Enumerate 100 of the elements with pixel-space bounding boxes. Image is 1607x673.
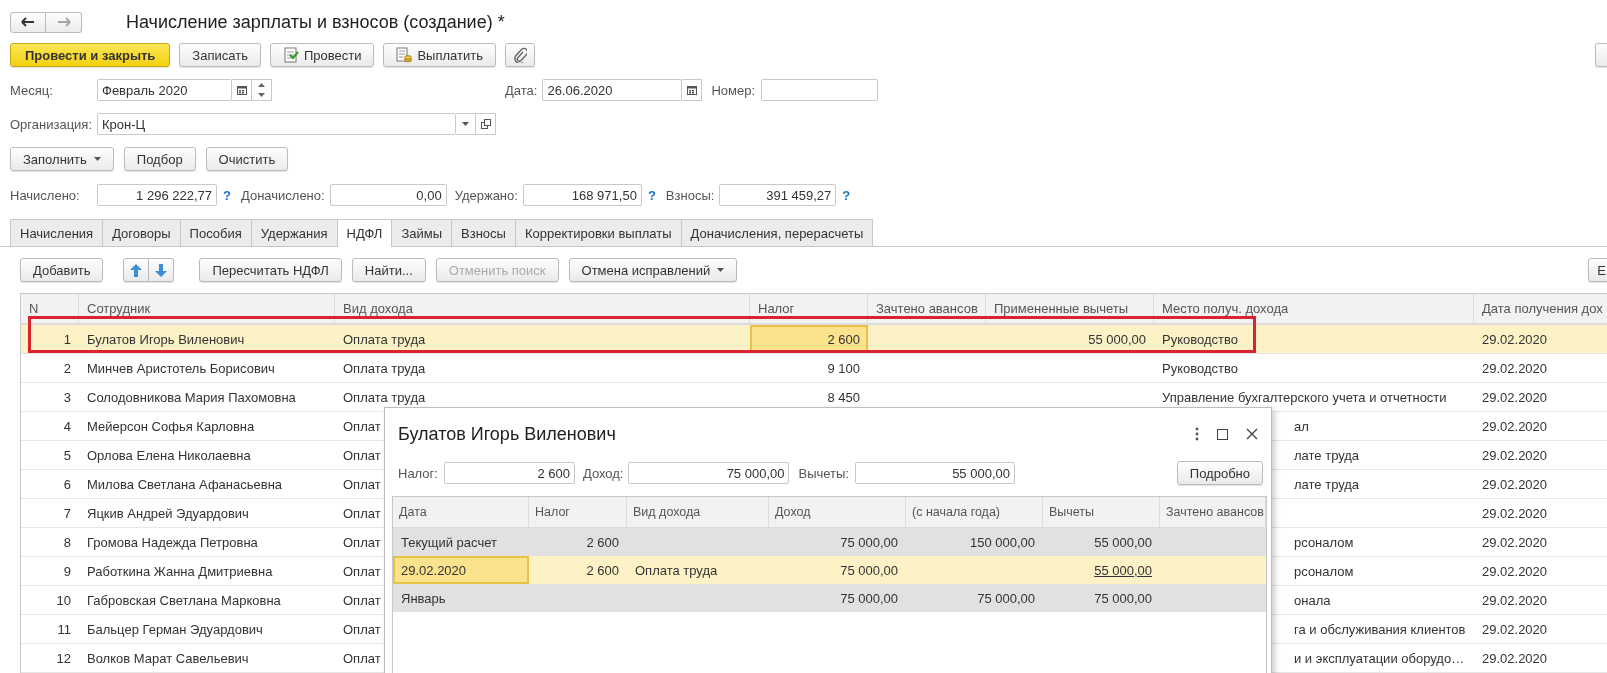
date-field[interactable]: 26.06.2020 (542, 79, 683, 101)
calendar-icon (236, 85, 247, 95)
column-header[interactable]: Дата получения дох (1474, 294, 1607, 324)
table-cell: 29.02.2020 (1482, 418, 1548, 434)
table-cell-text: 75 000,00 (976, 589, 1036, 608)
value-field[interactable]: 55 000,00 (854, 462, 1015, 484)
tab[interactable]: Корректировки выплаты (514, 219, 682, 246)
post-and-close-button[interactable]: Провести и закрыть (10, 43, 171, 67)
up-arrow-icon (130, 263, 143, 277)
field-label: Организация: (10, 116, 94, 132)
button[interactable]: Пересчитать НДФЛ (199, 258, 342, 282)
table-cell: 29.02.2020 (393, 556, 529, 584)
table-cell-text: 2 600 (585, 561, 620, 580)
dropdown-button[interactable]: Отмена исправлений (568, 258, 738, 282)
total-field[interactable]: 391 459,27 (719, 184, 837, 206)
table-cell: Руководство (1162, 331, 1238, 347)
tab[interactable]: Удержания (250, 219, 338, 246)
total-field[interactable]: 168 971,50 (522, 184, 642, 206)
table-cell: Солодовникова Мария Пахомовна (87, 389, 296, 405)
table-cell: 29.02.2020 (1482, 534, 1548, 550)
move-up-button[interactable] (123, 258, 150, 282)
column-header[interactable]: Вид дохода (627, 497, 769, 528)
help-link[interactable]: ? (647, 187, 656, 203)
table-cell: 2 (63, 360, 71, 376)
month-field[interactable]: Февраль 2020 (97, 79, 232, 101)
table-row[interactable]: 1 Булатов Игорь Виленович Оплата труда 2 600 55 000,00 Руководство 29.02.2020 (21, 325, 1607, 354)
table-cell: Габровская Светлана Марковна (87, 592, 281, 608)
document-coins-icon (396, 47, 413, 63)
tab[interactable]: НДФЛ (336, 219, 393, 247)
button[interactable]: Очистить (205, 147, 289, 171)
table-cell: 12 (56, 650, 71, 666)
spin-button[interactable] (252, 79, 272, 101)
table-cell-text: 55 000,00 (1093, 533, 1153, 552)
fill-button[interactable]: Заполнить (10, 147, 114, 171)
back-button[interactable] (10, 11, 46, 33)
field-label: Доход: (582, 465, 624, 481)
column-header[interactable]: (с начала года) (906, 497, 1043, 528)
maximize-button[interactable] (1214, 426, 1231, 442)
organization-field[interactable]: Крон-Ц (97, 113, 456, 135)
table-cell: Мейерсон Софья Карловна (87, 418, 255, 434)
table-cell: Руководство (1162, 360, 1238, 376)
table-row[interactable]: Январь 75 000,00 75 000,00 75 000,00 (393, 584, 1266, 612)
button[interactable]: Добавить (20, 258, 104, 282)
open-window-icon (480, 119, 491, 129)
table-cell: Работкина Жанна Дмитриевна (87, 563, 273, 579)
table-cell: Оплат (343, 505, 381, 521)
post-button[interactable]: Провести (269, 43, 375, 67)
table-cell: 29.02.2020 (1482, 621, 1548, 637)
total-field[interactable]: 0,00 (329, 184, 447, 206)
calendar-button[interactable] (682, 79, 703, 101)
table-cell: Минчев Аристотель Борисович (87, 360, 275, 376)
move-down-button[interactable] (149, 258, 175, 282)
table-cell: 7 (63, 505, 71, 521)
button[interactable]: Е (1588, 258, 1607, 282)
help-link[interactable]: ? (223, 187, 231, 203)
table-row[interactable]: 29.02.2020 2 600 Оплата труда 75 000,00 55 000,00 (393, 556, 1266, 584)
total-label: Взносы: (665, 187, 715, 203)
calendar-button[interactable] (232, 79, 252, 101)
tab[interactable]: Договоры (102, 219, 181, 246)
column-header[interactable]: Вычеты (1043, 497, 1160, 528)
dropdown-button[interactable] (456, 113, 476, 135)
table-cell: 8 (63, 534, 71, 550)
tab[interactable]: Пособия (179, 219, 252, 246)
tab[interactable]: Начисления (10, 219, 104, 246)
window-title: Начисление зарплаты и взносов (создание) * (126, 11, 505, 33)
column-header[interactable]: Зачтено авансов (1160, 497, 1266, 528)
open-button[interactable] (476, 113, 496, 135)
table-cell: рсоналом (1294, 563, 1354, 579)
deductions-link[interactable]: 55 000,00 (1094, 562, 1152, 578)
field-label: Налог: (398, 465, 438, 481)
number-field[interactable] (761, 79, 879, 101)
table-cell: Оплата труда (343, 360, 426, 376)
value-field[interactable]: 75 000,00 (628, 462, 790, 484)
table-cell: 9 100 (827, 360, 860, 376)
table-cell: Оплат (343, 476, 381, 492)
total-field[interactable]: 1 296 222,77 (97, 184, 217, 206)
column-header[interactable]: Дата (393, 497, 529, 528)
table-cell: лате труда (1294, 476, 1360, 492)
tab[interactable]: Займы (391, 219, 453, 246)
table-row[interactable]: Текущий расчет 2 600 75 000,00 150 000,00 55 000,00 (393, 528, 1266, 556)
table-cell: Оплат (343, 534, 381, 550)
value-field[interactable]: 2 600 (443, 462, 575, 484)
pay-button[interactable]: Выплатить (383, 43, 496, 67)
table-cell: 11 (57, 621, 71, 637)
save-button[interactable]: Записать (179, 43, 261, 67)
details-button[interactable]: Подробно (1176, 461, 1263, 485)
tab[interactable]: Взносы (451, 219, 516, 246)
tab[interactable]: Доначисления, перерасчеты (680, 219, 874, 246)
table-cell: 3 (63, 389, 71, 405)
attach-button[interactable] (504, 43, 535, 67)
table-cell: Яцкив Андрей Эдуардович (87, 505, 249, 521)
column-header[interactable]: Налог (529, 497, 627, 528)
column-header[interactable]: Место получ. дохода (1154, 294, 1474, 324)
table-cell: и и эксплуатации оборудо… (1294, 650, 1465, 666)
help-link[interactable]: ? (842, 187, 851, 203)
button[interactable]: Найти... (351, 258, 426, 282)
table-cell: 2 600 (827, 331, 860, 347)
button[interactable]: Подбор (123, 147, 196, 171)
table-cell-text: 75 000,00 (1093, 589, 1153, 608)
column-header[interactable]: Доход (769, 497, 906, 528)
